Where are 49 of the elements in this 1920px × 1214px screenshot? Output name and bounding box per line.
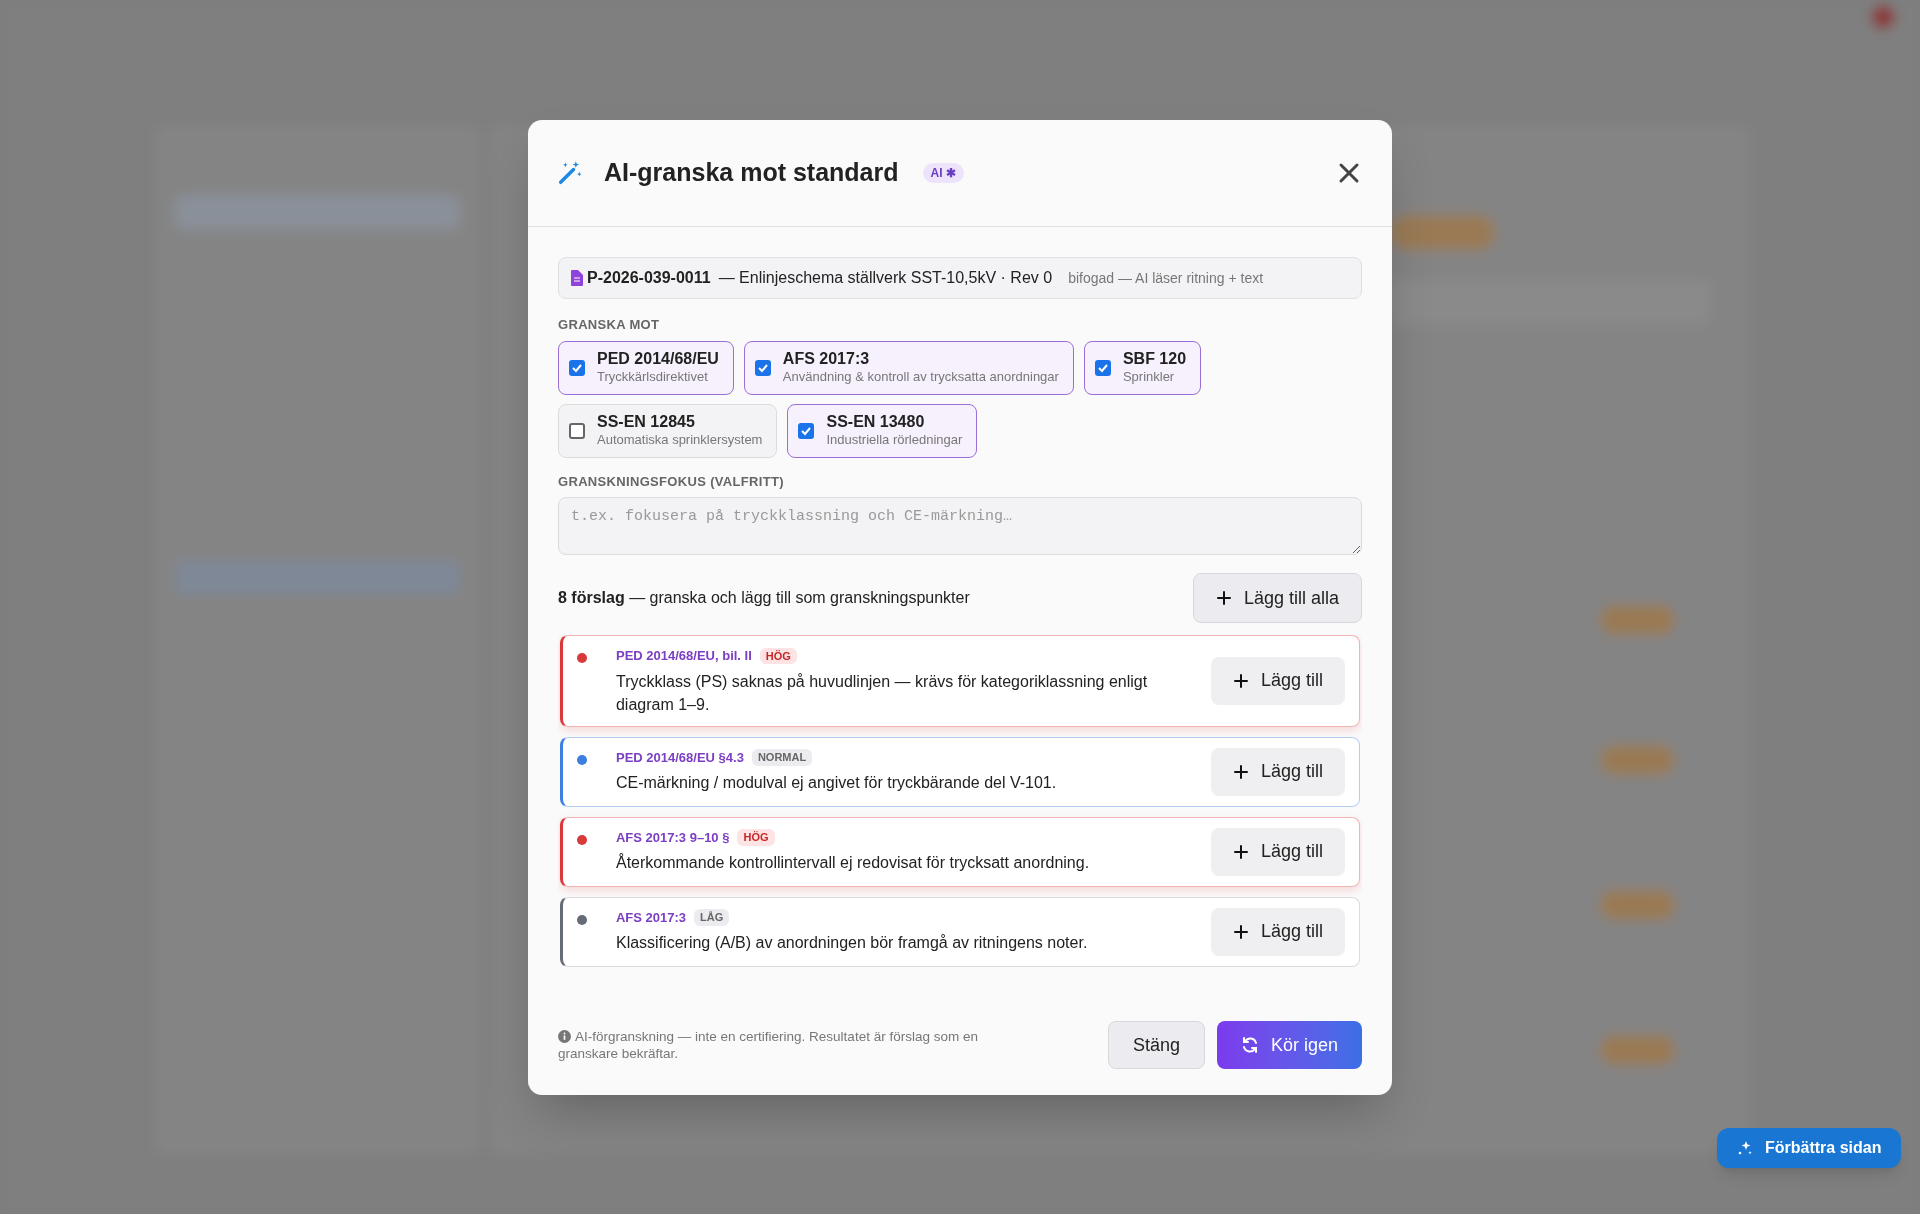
checkbox[interactable]	[754, 359, 771, 376]
plus-icon	[1232, 843, 1249, 860]
suggestion-summary: 8 förslag — granska och lägg till som granskningspunkter	[558, 588, 970, 608]
dialog-title: AI-granska mot standard	[604, 157, 899, 189]
info-icon	[558, 1030, 571, 1043]
disclaimer-text: AI-förgranskning — inte en certifiering. Resultatet är förslag som en granskare bekräftar.	[558, 1028, 979, 1062]
standard-reference: PED 2014/68/EU, bil. II	[615, 647, 752, 665]
rerun-button[interactable]: Kör igen	[1216, 1021, 1362, 1069]
checkbox[interactable]	[1094, 359, 1111, 376]
document-id: P-2026-039-0011	[587, 268, 711, 288]
plus-icon	[1232, 672, 1249, 689]
priority-tag: NORMAL	[751, 749, 813, 766]
priority-tag: LÅG	[694, 909, 730, 926]
priority-tag: HÖG	[737, 829, 775, 846]
suggestion-text: Återkommande kontrollintervall ej redovisat för trycksatt anordning.	[615, 852, 1091, 873]
standard-reference: AFS 2017:3	[615, 908, 687, 927]
suggestion-text: Tryckklass (PS) saknas på huvudlinjen — krävs för kategoriklassning enligt diagram 1–9.	[615, 671, 1149, 715]
standard-option[interactable]: PED 2014/68/EU Tryckkärlsdirektivet	[558, 340, 734, 395]
checkbox[interactable]	[569, 359, 585, 376]
plus-icon	[1215, 590, 1232, 606]
add-button[interactable]: Lägg till	[1210, 907, 1345, 956]
priority-tag: HÖG	[759, 647, 797, 664]
standard-option[interactable]: AFS 2017:3 Användning & kontroll av trycksatta anordningar	[743, 340, 1074, 395]
magic-wand-icon	[556, 159, 584, 187]
checkbox[interactable]	[798, 422, 815, 439]
checkbox[interactable]	[569, 422, 585, 439]
add-button[interactable]: Lägg till	[1210, 747, 1345, 796]
improve-page-button[interactable]: Förbättra sidan	[1717, 1128, 1902, 1168]
document-description: — Enlinjeschema ställverk SST-10,5kV · Rev 0	[718, 268, 1053, 288]
standard-reference: PED 2014/68/EU §4.3	[615, 748, 744, 767]
sparkle-icon	[1737, 1140, 1753, 1156]
section-label: GRANSKA MOT	[558, 316, 661, 334]
document-note: bifogad — AI läser ritning + text	[1068, 268, 1264, 288]
suggestion-text: Klassificering (A/B) av anordningen bör framgå av ritningens noter.	[615, 933, 1089, 953]
add-button[interactable]: Lägg till	[1210, 656, 1345, 705]
standard-option[interactable]: SS-EN 13480 Industriella rörledningar	[787, 403, 978, 458]
ai-badge: AI ✱	[922, 163, 964, 183]
plus-icon	[1232, 763, 1249, 780]
section-label: GRANSKNINGSFOKUS (VALFRITT)	[558, 472, 785, 491]
suggestion-text: CE-märkning / modulval ej angivet för tryckbärande del V-101.	[615, 773, 1058, 793]
refresh-icon	[1240, 1036, 1259, 1054]
document-icon	[571, 270, 583, 286]
standard-reference: AFS 2017:3 9–10 §	[615, 828, 730, 847]
add-all-button[interactable]: Lägg till alla	[1192, 573, 1362, 623]
focus-field[interactable]: t.ex. fokusera på tryckklassning och CE-märkning…	[558, 497, 1362, 555]
plus-icon	[1232, 923, 1249, 940]
standard-option[interactable]: SBF 120 Sprinkler	[1083, 340, 1202, 395]
close-dialog-button[interactable]: Stäng	[1107, 1021, 1205, 1069]
add-button[interactable]: Lägg till	[1210, 827, 1345, 876]
